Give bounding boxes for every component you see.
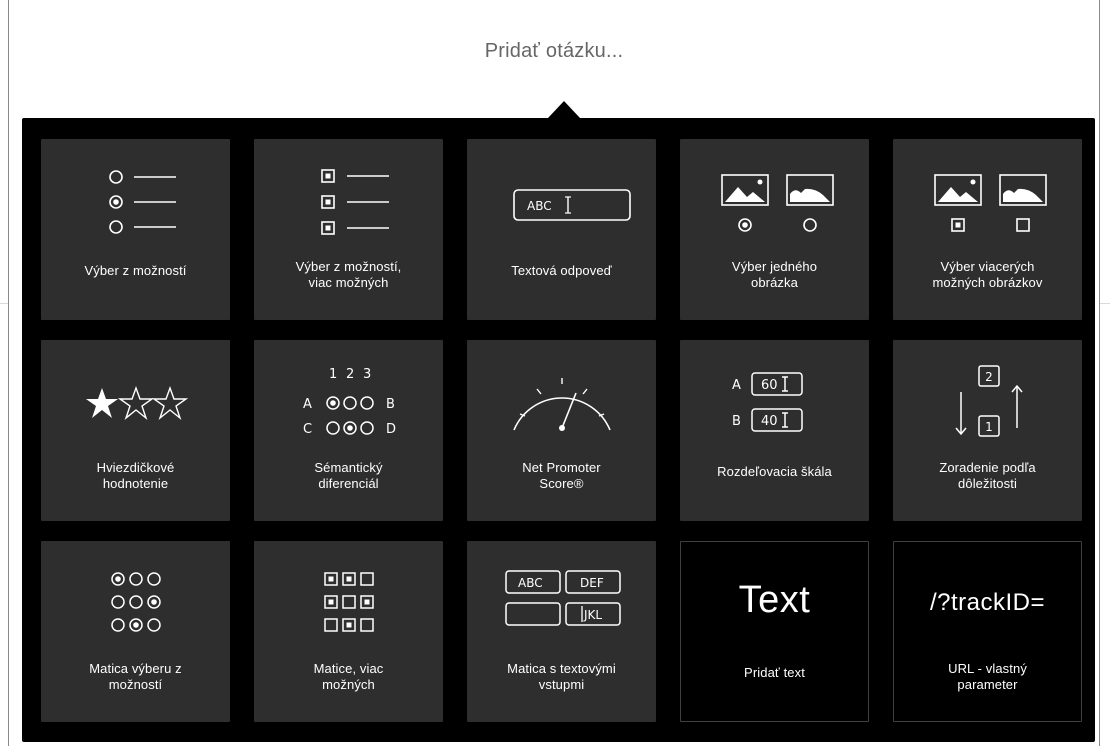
text-block-preview: Text — [738, 579, 811, 621]
split-scale-icon: A B 60 40 — [680, 358, 869, 450]
svg-text:2: 2 — [346, 367, 354, 382]
add-question-label: Pridať otázku... — [484, 40, 624, 62]
tile-label: Matice, viac možných — [313, 661, 384, 692]
svg-text:JKL: JKL — [583, 608, 602, 622]
svg-text:ABC: ABC — [518, 576, 543, 590]
text-field-icon: ABC — [467, 157, 656, 249]
menu-pointer-arrow — [548, 101, 580, 118]
tile-single-choice[interactable]: Výber z možností — [41, 139, 230, 320]
tile-label: URL - vlastný parameter — [948, 661, 1027, 692]
tile-multiple-image[interactable]: Výber viacerých možných obrázkov — [893, 139, 1082, 320]
tile-text-matrix[interactable]: ABC DEF JKL Matica s textovými vstupmi — [467, 541, 656, 722]
svg-text:3: 3 — [363, 367, 371, 382]
tile-label: Matica výberu z možností — [89, 661, 182, 692]
image-radio-icon — [680, 157, 869, 249]
divider-left — [0, 303, 8, 304]
tile-label: Výber viacerých možných obrázkov — [932, 259, 1043, 290]
svg-text:B: B — [386, 397, 395, 412]
tile-add-text[interactable]: Text Pridať text — [680, 541, 869, 722]
tile-label: Matica s textovými vstupmi — [507, 661, 616, 692]
radio-matrix-icon — [41, 559, 230, 651]
tile-url-parameter[interactable]: /?trackID= URL - vlastný parameter — [893, 541, 1082, 722]
ranking-icon: 2 1 — [893, 358, 1082, 450]
svg-text:D: D — [386, 422, 396, 437]
checkbox-list-icon — [254, 157, 443, 249]
url-parameter-preview: /?trackID= — [929, 589, 1046, 616]
tile-label: Net Promoter Score® — [522, 460, 601, 491]
radio-list-icon — [41, 157, 230, 249]
svg-text:1: 1 — [329, 367, 337, 382]
svg-text:A: A — [303, 397, 312, 412]
svg-text:C: C — [303, 422, 312, 437]
svg-text:ABC: ABC — [527, 199, 552, 213]
tile-label: Výber jedného obrázka — [731, 259, 818, 290]
add-question-button[interactable]: Pridať otázku... — [9, 0, 1099, 116]
tile-label: Výber z možností — [84, 263, 187, 278]
star-rating-icon — [41, 358, 230, 450]
frame-border-right — [1099, 0, 1100, 746]
svg-text:1: 1 — [985, 420, 993, 434]
tile-label: Hviezdičkové hodnotenie — [96, 460, 175, 491]
text-matrix-icon: ABC DEF JKL — [467, 559, 656, 651]
svg-text:A: A — [732, 378, 741, 393]
tile-single-image[interactable]: Výber jedného obrázka — [680, 139, 869, 320]
tile-label: Textová odpoveď — [511, 263, 612, 278]
tile-checkbox-matrix[interactable]: Matice, viac možných — [254, 541, 443, 722]
tile-constant-sum[interactable]: A B 60 40 Rozdeľovacia škála — [680, 340, 869, 521]
tile-label: Rozdeľovacia škála — [717, 464, 832, 479]
gauge-icon — [467, 358, 656, 450]
tile-text-answer[interactable]: ABC Textová odpoveď — [467, 139, 656, 320]
tile-radio-matrix[interactable]: Matica výberu z možností — [41, 541, 230, 722]
checkbox-matrix-icon — [254, 559, 443, 651]
tile-star-rating[interactable]: Hviezdičkové hodnotenie — [41, 340, 230, 521]
tile-label: Zoradenie podľa dôležitosti — [939, 460, 1036, 491]
image-checkbox-icon — [893, 157, 1082, 249]
tile-ranking[interactable]: 2 1 Zoradenie podľa dôležitosti — [893, 340, 1082, 521]
semantic-differential-icon: 1 2 3 A B C D — [254, 358, 443, 450]
svg-text:DEF: DEF — [580, 576, 604, 590]
tile-semantic-differential[interactable]: 1 2 3 A B C D Sémantický diferenciál — [254, 340, 443, 521]
svg-text:40: 40 — [761, 414, 778, 429]
tile-label: Výber z možností, viac možných — [295, 259, 402, 290]
question-type-panel: Výber z možností Výber z možností, viac m… — [22, 118, 1095, 742]
svg-text:2: 2 — [985, 370, 993, 384]
tile-nps[interactable]: Net Promoter Score® — [467, 340, 656, 521]
svg-text:B: B — [732, 414, 741, 429]
tile-label: Pridať text — [744, 665, 805, 680]
tile-multiple-choice[interactable]: Výber z možností, viac možných — [254, 139, 443, 320]
tile-label: Sémantický diferenciál — [314, 460, 383, 491]
svg-text:60: 60 — [761, 378, 778, 393]
divider-right — [1100, 303, 1110, 304]
